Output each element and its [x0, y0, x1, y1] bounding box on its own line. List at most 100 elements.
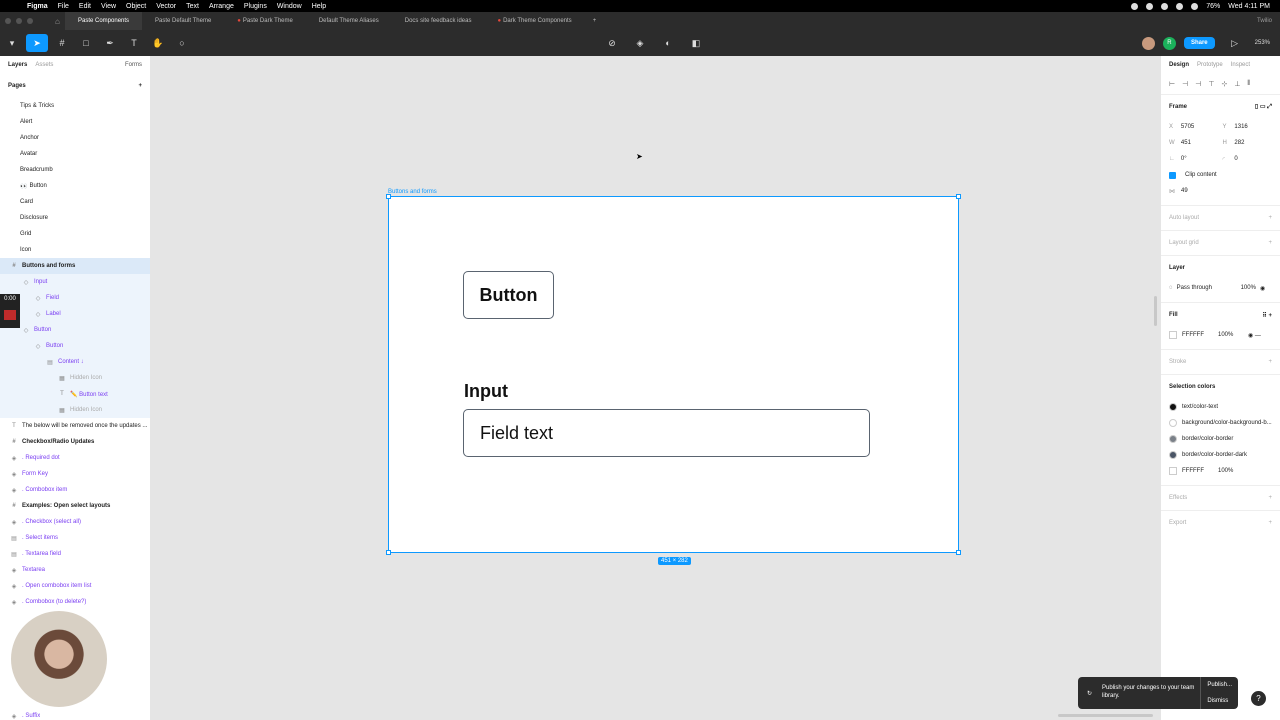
layer-row[interactable]: ▦ Hidden Icon: [0, 402, 150, 418]
menu-file[interactable]: File: [53, 3, 74, 10]
add-effect-icon[interactable]: +: [1268, 495, 1272, 501]
zoom-level[interactable]: 253%: [1255, 40, 1270, 46]
tray-app-icon[interactable]: [1131, 2, 1139, 10]
page-item[interactable]: Anchor: [0, 130, 150, 146]
dismiss-button[interactable]: Dismiss: [1207, 698, 1232, 704]
collaborator-avatar[interactable]: R: [1162, 36, 1176, 50]
layer-row[interactable]: T The below will be removed once the upda…: [0, 418, 150, 434]
text-tool-icon[interactable]: T: [122, 30, 146, 56]
layer-row[interactable]: ▤ . Textarea field: [0, 546, 150, 562]
horizontal-scrollbar[interactable]: [1058, 714, 1153, 717]
layer-row[interactable]: ◈ . Combobox (to delete?): [0, 594, 150, 610]
window-minimize-button[interactable]: [16, 18, 22, 24]
layer-row[interactable]: ◇ Input: [0, 274, 150, 290]
clip-content-checkbox[interactable]: [1169, 171, 1176, 179]
distribute-icon[interactable]: ⫴: [1247, 80, 1250, 88]
selection-color-row[interactable]: border/color-border-dark: [1169, 447, 1272, 463]
file-tab[interactable]: ● Dark Theme Components: [484, 12, 584, 30]
layer-row[interactable]: # Examples: Open select layouts: [0, 498, 150, 514]
menu-plugins[interactable]: Plugins: [239, 3, 272, 10]
layer-row[interactable]: ▤ . Select items: [0, 530, 150, 546]
stop-recording-button[interactable]: [4, 310, 16, 320]
input-label[interactable]: Input: [464, 381, 508, 402]
menu-window[interactable]: Window: [272, 3, 307, 10]
page-item[interactable]: Tips & Tricks: [0, 98, 150, 114]
align-right-icon[interactable]: ⊣: [1195, 80, 1201, 88]
new-tab-button[interactable]: +: [585, 18, 605, 24]
add-export-icon[interactable]: +: [1268, 520, 1272, 526]
blend-mode-select[interactable]: Pass through: [1177, 285, 1237, 291]
align-bottom-icon[interactable]: ⊥: [1234, 80, 1240, 88]
file-tab[interactable]: Paste Default Theme: [142, 12, 224, 30]
file-tab[interactable]: Docs site feedback ideas: [392, 12, 485, 30]
width-input[interactable]: 451: [1181, 140, 1219, 146]
layer-row[interactable]: ◇ Button: [0, 322, 150, 338]
y-input[interactable]: 1316: [1234, 124, 1272, 130]
layer-row[interactable]: # Buttons and forms: [0, 258, 150, 274]
present-icon[interactable]: ▷: [1223, 30, 1247, 56]
frame-tool-icon[interactable]: #: [50, 30, 74, 56]
page-switcher[interactable]: Forms: [125, 62, 142, 68]
add-fill-icon[interactable]: ⠿ +: [1262, 312, 1272, 319]
detach-instance-icon[interactable]: ⊘: [600, 30, 624, 56]
fill-visibility-icon[interactable]: ◉ —: [1248, 332, 1261, 339]
align-left-icon[interactable]: ⊢: [1169, 80, 1175, 88]
layer-row[interactable]: ◈ Textarea: [0, 562, 150, 578]
page-item[interactable]: Icon: [0, 242, 150, 258]
add-stroke-icon[interactable]: +: [1268, 359, 1272, 365]
file-tab[interactable]: Default Theme Aliases: [306, 12, 392, 30]
input-field[interactable]: Field text: [463, 409, 870, 457]
layer-row[interactable]: ◈ . Open combobox item list: [0, 578, 150, 594]
color-swatch[interactable]: [1169, 435, 1177, 443]
boolean-icon[interactable]: ◧: [684, 30, 708, 56]
layer-row[interactable]: ◈ . Combobox item: [0, 482, 150, 498]
frame-name-label[interactable]: Buttons and forms: [388, 189, 437, 195]
layer-row[interactable]: # Checkbox/Radio Updates: [0, 434, 150, 450]
window-close-button[interactable]: [5, 18, 11, 24]
layer-row[interactable]: ▦ Hidden Icon: [0, 370, 150, 386]
resize-handle[interactable]: [386, 194, 391, 199]
publish-button[interactable]: Publish...: [1207, 682, 1232, 688]
layer-row[interactable]: ◈ Form Key: [0, 466, 150, 482]
eye-icon[interactable]: ◉: [1260, 285, 1265, 292]
page-item[interactable]: Avatar: [0, 146, 150, 162]
radius-input[interactable]: 0: [1234, 156, 1272, 162]
x-input[interactable]: 5705: [1181, 124, 1219, 130]
align-middle-icon[interactable]: ⊹: [1221, 80, 1227, 88]
contrast-icon[interactable]: ◐: [656, 30, 680, 56]
add-page-icon[interactable]: +: [138, 83, 142, 89]
layer-row[interactable]: ◇ Button: [0, 338, 150, 354]
resize-handle[interactable]: [386, 550, 391, 555]
page-item[interactable]: Disclosure: [0, 210, 150, 226]
home-icon[interactable]: ⌂: [55, 17, 65, 26]
selection-color-hex[interactable]: FFFFFF: [1182, 468, 1218, 474]
frame-section-label[interactable]: Frame: [1169, 104, 1187, 110]
shape-tool-icon[interactable]: □: [74, 30, 98, 56]
layer-row[interactable]: ◇ Label: [0, 306, 150, 322]
wifi-icon[interactable]: [1191, 2, 1199, 10]
menubar-clock[interactable]: Wed 4:11 PM: [1228, 3, 1270, 10]
add-auto-layout-icon[interactable]: +: [1268, 215, 1272, 221]
menu-arrange[interactable]: Arrange: [204, 3, 239, 10]
page-item[interactable]: Alert: [0, 114, 150, 130]
page-item[interactable]: Breadcrumb: [0, 162, 150, 178]
selection-color-row[interactable]: background/color-background-b...: [1169, 415, 1272, 431]
page-item[interactable]: Grid: [0, 226, 150, 242]
menu-object[interactable]: Object: [121, 3, 151, 10]
layer-row[interactable]: ◈ . Checkbox (select all): [0, 514, 150, 530]
fill-swatch[interactable]: [1169, 331, 1177, 339]
page-item[interactable]: 👀 Button: [0, 178, 150, 194]
file-tab[interactable]: Paste Components: [65, 12, 143, 30]
comment-tool-icon[interactable]: ○: [170, 30, 194, 56]
resize-handle[interactable]: [956, 550, 961, 555]
hand-tool-icon[interactable]: ✋: [146, 30, 170, 56]
layer-row[interactable]: ◈ . Required dot: [0, 450, 150, 466]
menu-text[interactable]: Text: [181, 3, 204, 10]
align-top-icon[interactable]: ⊤: [1208, 80, 1214, 88]
color-swatch[interactable]: [1169, 451, 1177, 459]
color-swatch[interactable]: [1169, 403, 1177, 411]
fill-hex[interactable]: FFFFFF: [1182, 332, 1218, 338]
help-button[interactable]: ?: [1251, 691, 1266, 706]
layer-row[interactable]: ◇ Field: [0, 290, 150, 306]
menu-vector[interactable]: Vector: [151, 3, 181, 10]
